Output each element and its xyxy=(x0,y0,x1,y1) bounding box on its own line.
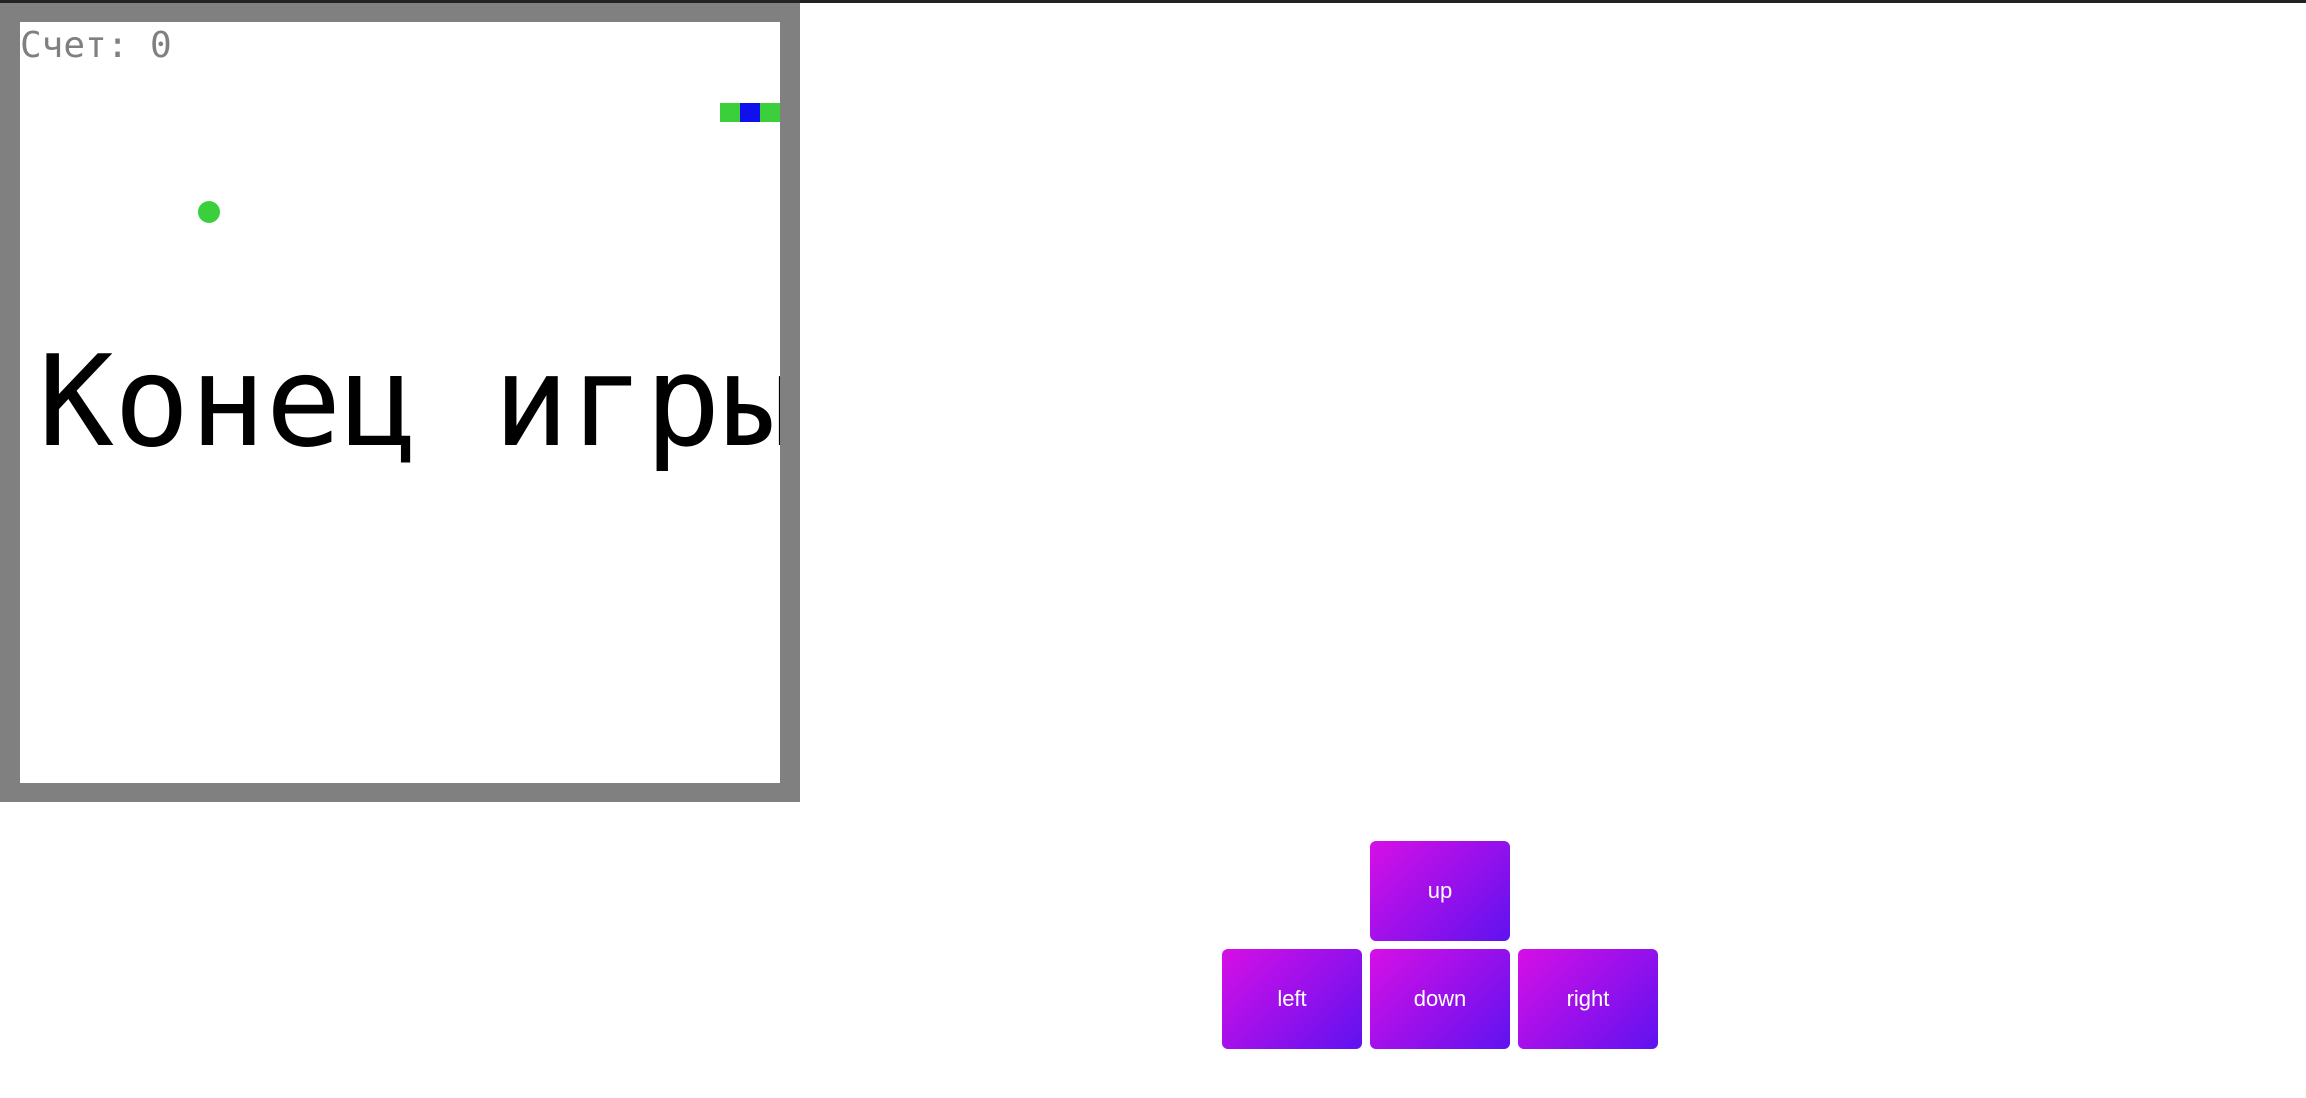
game-frame: Счет: 0 Конец игры xyxy=(0,3,800,802)
up-button[interactable]: up xyxy=(1370,841,1510,941)
left-button[interactable]: left xyxy=(1222,949,1362,1049)
game-canvas[interactable]: Счет: 0 Конец игры xyxy=(20,22,780,783)
down-button[interactable]: down xyxy=(1370,949,1510,1049)
food-pellet xyxy=(198,201,220,223)
snake-body-segment xyxy=(720,103,740,122)
snake-head-segment xyxy=(740,103,760,122)
game-over-message: Конец игры xyxy=(38,328,780,475)
snake-body-segment xyxy=(760,103,780,122)
right-button[interactable]: right xyxy=(1518,949,1658,1049)
score-display: Счет: 0 xyxy=(20,25,172,66)
